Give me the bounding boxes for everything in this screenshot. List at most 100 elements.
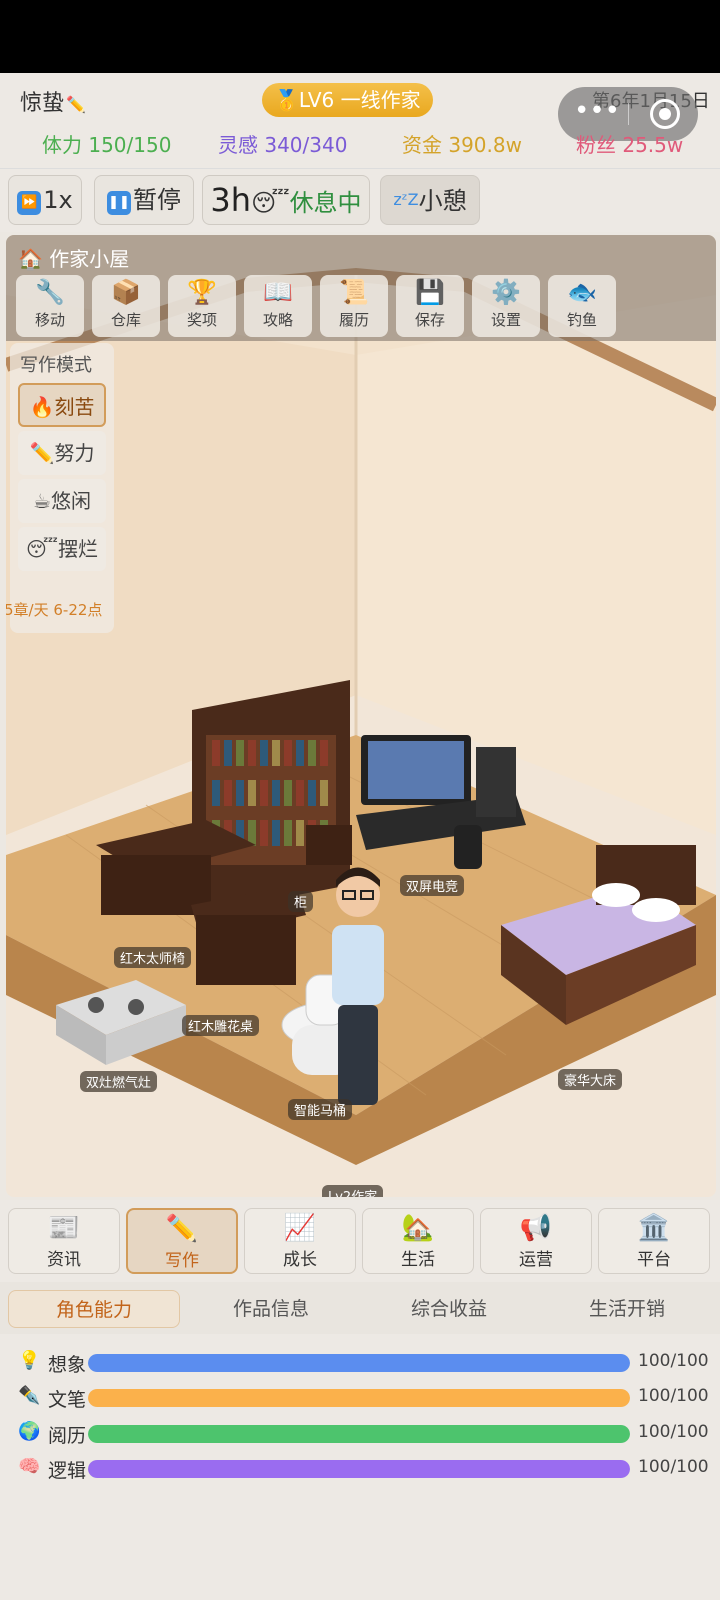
- nav-operations-label: 运营: [519, 1250, 553, 1270]
- pen-icon: ✒️: [18, 1385, 41, 1406]
- mode-leisure-label: 悠闲: [50, 489, 91, 513]
- ability-bar-fill: [88, 1354, 630, 1372]
- mode-effort[interactable]: ✏️努力: [18, 431, 106, 475]
- ability-bar-fill: [88, 1425, 630, 1443]
- tool-move-label: 移动: [34, 311, 65, 329]
- zzz-icon: zᶻZ: [393, 190, 419, 209]
- speed-button[interactable]: ⏩ 1x: [8, 175, 82, 225]
- ability-value: 100/100: [638, 1351, 709, 1371]
- nav-life-label: 生活: [401, 1250, 435, 1270]
- level-badge: 🥇LV6 一线作家: [262, 83, 433, 117]
- nap-label: 小憩: [418, 187, 467, 215]
- player-name-text: 惊蛰: [20, 91, 65, 116]
- tab-living-expenses[interactable]: 生活开销: [552, 1290, 702, 1328]
- tool-resume[interactable]: 📜 履历: [320, 275, 388, 337]
- label-rosewood-desk[interactable]: 红木雕花桌: [182, 1015, 260, 1036]
- house-icon: 🏠: [18, 247, 43, 271]
- sleepy-face-icon: 😴: [251, 189, 290, 217]
- tool-settings[interactable]: ⚙️ 设置: [472, 275, 540, 337]
- tool-guide[interactable]: 📖 攻略: [244, 275, 312, 337]
- label-gas-stove[interactable]: 双灶燃气灶: [80, 1071, 158, 1092]
- tool-move[interactable]: 🔧 移动: [16, 275, 84, 337]
- fast-forward-icon: ⏩: [17, 191, 42, 215]
- house-icon: 🏡: [401, 1213, 435, 1243]
- nav-news-label: 资讯: [47, 1250, 81, 1270]
- more-icon[interactable]: •••: [574, 98, 620, 129]
- room-title: 🏠 作家小屋: [18, 243, 129, 272]
- tool-storage[interactable]: 📦 仓库: [92, 275, 160, 337]
- trophy-icon: 🏆: [187, 278, 217, 306]
- nav-growth-label: 成长: [283, 1250, 317, 1270]
- nav-operations[interactable]: 📢 运营: [480, 1208, 592, 1274]
- bookshelf: [192, 680, 350, 915]
- game-screen: 惊蛰✏️ 🥇LV6 一线作家 第6年1月15日 ••• 体力 150/150 灵…: [0, 0, 720, 1600]
- ability-bar-fill: [88, 1460, 630, 1478]
- time-controls: ⏩ 1x ❚❚ 暂停 3h😴休息中 zᶻZ小憩: [0, 168, 720, 232]
- ability-bar: [88, 1389, 630, 1407]
- ability-name: 逻辑: [48, 1460, 87, 1482]
- time-remaining: 3h: [210, 181, 252, 219]
- tab-character-abilities[interactable]: 角色能力: [8, 1290, 180, 1328]
- label-smart-toilet[interactable]: 智能马桶: [288, 1099, 353, 1120]
- tool-save[interactable]: 💾 保存: [396, 275, 464, 337]
- ability-bar: [88, 1354, 630, 1372]
- player-name[interactable]: 惊蛰 ✏️: [20, 85, 86, 117]
- tool-awards[interactable]: 🏆 奖项: [168, 275, 236, 337]
- tool-fishing[interactable]: 🐟 钓鱼: [548, 275, 616, 337]
- funds-stat: 资金 390.8w: [402, 133, 522, 157]
- label-dual-screen-desk[interactable]: 双屏电竞: [400, 875, 465, 896]
- gear-icon: ⚙️: [491, 278, 521, 306]
- mode-diligent[interactable]: 🔥刻苦: [18, 383, 106, 427]
- inspiration-stat: 灵感 340/340: [218, 133, 348, 157]
- scroll-icon: 📜: [339, 278, 369, 306]
- mode-leisure[interactable]: ☕悠闲: [18, 479, 106, 523]
- main-nav: 📰 资讯 ✏️ 写作 📈 成长 🏡 生活 📢 运营 🏛️ 平台: [0, 1200, 720, 1282]
- coffee-icon: ☕: [33, 489, 51, 513]
- tool-settings-label: 设置: [490, 311, 521, 329]
- mode-slack[interactable]: 😴摆烂: [18, 527, 106, 571]
- room-title-text: 作家小屋: [49, 247, 130, 271]
- nav-writing[interactable]: ✏️ 写作: [126, 1208, 238, 1274]
- chart-up-icon: 📈: [283, 1213, 317, 1243]
- status-bar: [0, 0, 720, 73]
- pencil-icon[interactable]: ✏️: [66, 95, 86, 114]
- nav-news[interactable]: 📰 资讯: [8, 1208, 120, 1274]
- character-level-tag[interactable]: Lv2作家: [322, 1185, 384, 1197]
- lightbulb-icon: 💡: [18, 1350, 41, 1371]
- ability-value: 100/100: [638, 1422, 709, 1442]
- ability-bar-fill: [88, 1389, 630, 1407]
- ability-bar: [88, 1425, 630, 1443]
- tab-work-info[interactable]: 作品信息: [196, 1290, 346, 1328]
- speed-label: 1x: [43, 186, 73, 214]
- label-luxury-bed[interactable]: 豪华大床: [558, 1069, 623, 1090]
- fish-icon: 🐟: [567, 278, 597, 306]
- mode-effort-label: 努力: [54, 441, 95, 465]
- writing-mode-panel: 写作模式 🔥刻苦 ✏️努力 ☕悠闲 😴摆烂 5章/天 6-22点: [6, 343, 114, 633]
- stamina-stat: 体力 150/150: [42, 133, 172, 157]
- tool-fishing-label: 钓鱼: [566, 311, 597, 329]
- globe-icon: 🌍: [18, 1421, 41, 1442]
- label-cabinet[interactable]: 柜: [288, 891, 314, 912]
- pause-label: 暂停: [133, 186, 181, 214]
- nav-life[interactable]: 🏡 生活: [362, 1208, 474, 1274]
- nav-writing-label: 写作: [165, 1251, 199, 1271]
- newspaper-icon: 📰: [47, 1213, 81, 1243]
- tab-income[interactable]: 综合收益: [374, 1290, 524, 1328]
- ability-name: 想象: [48, 1354, 87, 1376]
- writer-character: [332, 867, 384, 1105]
- fans-stat: 粉丝 25.5w: [576, 133, 684, 157]
- nav-platform[interactable]: 🏛️ 平台: [598, 1208, 710, 1274]
- tool-awards-label: 奖项: [186, 311, 217, 329]
- close-target-icon[interactable]: [650, 99, 680, 129]
- writing-schedule: 5章/天 6-22点: [6, 601, 103, 619]
- pause-icon: ❚❚: [107, 191, 131, 215]
- nav-growth[interactable]: 📈 成长: [244, 1208, 356, 1274]
- ability-row: ✒️ 文笔 100/100: [0, 1381, 720, 1415]
- ability-value: 100/100: [638, 1386, 709, 1406]
- pause-button[interactable]: ❚❚ 暂停: [94, 175, 194, 225]
- label-rosewood-chair[interactable]: 红木太师椅: [114, 947, 192, 968]
- box-icon: 📦: [111, 278, 141, 306]
- status-text: 休息中: [289, 189, 362, 217]
- sub-tabs: 角色能力 作品信息 综合收益 生活开销: [0, 1282, 720, 1334]
- nap-button[interactable]: zᶻZ小憩: [380, 175, 480, 225]
